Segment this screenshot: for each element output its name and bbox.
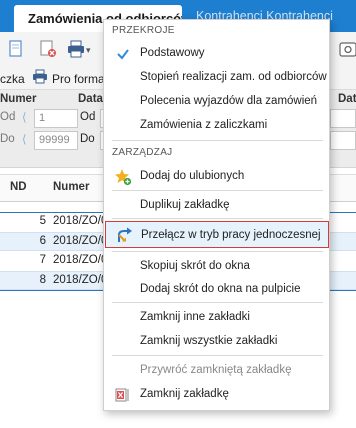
star-add-icon bbox=[115, 169, 132, 186]
menu-item-label: Zamówienia z zaliczkami bbox=[140, 119, 268, 131]
row-numer: 2018/ZO/0 bbox=[53, 215, 108, 227]
row-numer: 2018/ZO/0 bbox=[53, 274, 108, 286]
menu-item-label: Zamknij inne zakładki bbox=[140, 311, 250, 323]
row-numer: 2018/ZO/0 bbox=[53, 235, 108, 247]
document-icon[interactable] bbox=[6, 39, 26, 59]
menu-item-podstawowy[interactable]: Podstawowy bbox=[105, 43, 329, 64]
menu-separator bbox=[112, 140, 323, 141]
menu-item-label: Stopień realizacji zam. od odbiorców bbox=[140, 71, 327, 83]
filter-od-label-2: Od bbox=[80, 111, 96, 123]
split-arrows-icon bbox=[118, 227, 132, 242]
row-nd: 7 bbox=[39, 254, 46, 266]
printer-icon bbox=[33, 69, 47, 84]
filter-numer-label: Numer bbox=[0, 93, 37, 105]
close-tab-icon bbox=[115, 388, 129, 402]
menu-separator bbox=[112, 190, 323, 191]
first-arrow-icon[interactable]: ⟨ bbox=[22, 110, 27, 124]
menu-separator bbox=[112, 302, 323, 303]
menu-item-label: Przywróć zamkniętą zakładkę bbox=[140, 364, 292, 376]
row-nd: 6 bbox=[39, 235, 46, 247]
menu-item-label: Przełącz w tryb pracy jednoczesnej bbox=[141, 229, 321, 241]
menu-item-stopien-realizacji[interactable]: Stopień realizacji zam. od odbiorców bbox=[105, 67, 329, 88]
menu-item-restore-closed-tab: Przywróć zamkniętą zakładkę bbox=[105, 360, 329, 381]
filter-do-label-2: Do bbox=[80, 133, 95, 145]
checkmark-icon bbox=[117, 49, 129, 60]
delete-document-icon[interactable] bbox=[38, 39, 58, 59]
section-manage-heading: ZARZĄDZAJ bbox=[112, 147, 173, 158]
section-views-heading: PRZEKROJE bbox=[112, 25, 175, 36]
column-header-numer[interactable]: Numer bbox=[53, 181, 89, 193]
column-header-nd[interactable]: ND bbox=[10, 181, 27, 193]
menu-item-add-favourite[interactable]: Dodaj do ulubionych bbox=[105, 166, 329, 187]
print-icon[interactable] bbox=[66, 39, 86, 59]
menu-item-copy-shortcut[interactable]: Skopiuj skrót do okna bbox=[105, 256, 329, 277]
menu-item-label: Zamknij zakładkę bbox=[140, 388, 229, 400]
menu-item-label: Duplikuj zakładkę bbox=[140, 199, 230, 211]
right-date-input-2[interactable] bbox=[330, 131, 356, 150]
numer-do-input[interactable]: 99999 bbox=[34, 131, 78, 150]
print-dropdown-icon[interactable]: ▾ bbox=[86, 45, 91, 56]
settings-icon[interactable] bbox=[338, 39, 356, 59]
menu-item-label: Zamknij wszystkie zakładki bbox=[140, 335, 278, 347]
numer-od-input[interactable]: 1 bbox=[34, 109, 78, 128]
menu-separator bbox=[112, 355, 323, 356]
menu-item-close-other-tabs[interactable]: Zamknij inne zakładki bbox=[105, 307, 329, 328]
right-date-input-1[interactable] bbox=[330, 109, 356, 128]
filter-data-label: Data bbox=[78, 93, 103, 105]
menu-item-label: Skopiuj skrót do okna bbox=[140, 260, 250, 272]
filter-do-label: Do bbox=[0, 133, 15, 145]
menu-item-switch-concurrent-mode[interactable]: Przełącz w tryb pracy jednoczesnej bbox=[105, 221, 329, 248]
menu-item-polecenia-wyjazdow[interactable]: Polecenia wyjazdów dla zamówień bbox=[105, 91, 329, 112]
filter-data-label-right: Dat bbox=[338, 93, 356, 105]
toolbar-cut-label[interactable]: czka bbox=[0, 72, 25, 86]
menu-separator bbox=[112, 251, 323, 252]
last-arrow-icon[interactable]: ⟨ bbox=[22, 132, 27, 146]
menu-item-close-all-tabs[interactable]: Zamknij wszystkie zakładki bbox=[105, 331, 329, 352]
menu-item-duplicate-tab[interactable]: Duplikuj zakładkę bbox=[105, 195, 329, 216]
menu-item-desktop-shortcut[interactable]: Dodaj skrót do okna na pulpicie bbox=[105, 279, 329, 300]
menu-item-label: Dodaj do ulubionych bbox=[140, 170, 245, 182]
row-nd: 5 bbox=[39, 215, 46, 227]
menu-item-close-tab[interactable]: Zamknij zakładkę bbox=[105, 384, 329, 405]
row-numer: 2018/ZO/0 bbox=[53, 254, 108, 266]
filter-od-label: Od bbox=[0, 111, 16, 123]
row-nd: 8 bbox=[39, 274, 46, 286]
menu-item-label: Podstawowy bbox=[140, 47, 205, 59]
menu-item-label: Polecenia wyjazdów dla zamówień bbox=[140, 95, 318, 107]
menu-item-zamowienia-z-zaliczkami[interactable]: Zamówienia z zaliczkami bbox=[105, 115, 329, 136]
tab-context-menu: PRZEKROJE Podstawowy Stopień realizacji … bbox=[103, 19, 330, 411]
menu-item-label: Dodaj skrót do okna na pulpicie bbox=[140, 283, 301, 295]
menu-separator bbox=[112, 218, 323, 219]
proforma-button[interactable]: Pro forma bbox=[52, 72, 105, 86]
